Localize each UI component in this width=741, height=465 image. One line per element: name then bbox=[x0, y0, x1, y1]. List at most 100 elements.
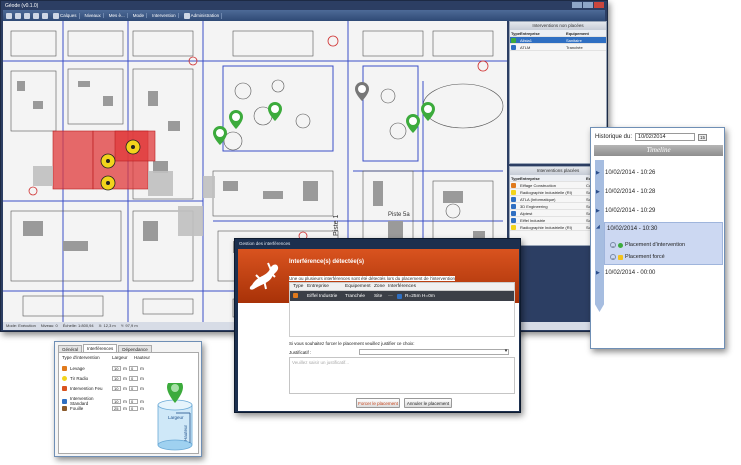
cylinder-diagram: Largeur Hauteur bbox=[157, 383, 193, 451]
largeur-input[interactable]: 25 bbox=[112, 406, 121, 411]
parameters-window: Général Interférences Dépendance Type d'… bbox=[54, 341, 202, 457]
toolbar-intervention[interactable]: Intervention bbox=[150, 13, 179, 18]
table-row[interactable]: ATLM Tranchée bbox=[510, 44, 606, 51]
table-row[interactable]: Eiffel Industrie Tranchée Site — R=25m H… bbox=[290, 291, 514, 301]
expand-arrow-icon: ▶ bbox=[596, 170, 600, 176]
maximize-button[interactable] bbox=[583, 2, 593, 8]
zoom-out-icon[interactable] bbox=[33, 12, 39, 19]
wrench-icon bbox=[511, 203, 516, 209]
minimize-button[interactable] bbox=[572, 2, 582, 8]
largeur-input[interactable]: 10 bbox=[112, 386, 121, 391]
expand-arrow-icon: ▶ bbox=[596, 208, 600, 214]
param-row-feu: Intervention Feu 10 m 0 m bbox=[62, 386, 146, 391]
zoom-in-icon[interactable] bbox=[24, 12, 30, 19]
table-header: Type Entreprise Equipement Zone Interfér… bbox=[290, 283, 514, 291]
table-row[interactable]: Allsta1 Sanitaire bbox=[510, 37, 606, 44]
cancel-placement-button[interactable]: Annuler le placement bbox=[404, 398, 452, 408]
toolbar: Calques Niveaux Mes è... Mode Interventi… bbox=[3, 10, 605, 21]
toolbar-niveaux[interactable]: Niveaux bbox=[83, 13, 104, 18]
timeline-panel: Historique du: 10/02/2014 15 Timeline ▶ 1… bbox=[590, 127, 725, 349]
hauteur-input[interactable]: 0 bbox=[129, 376, 138, 381]
pointer-tool-icon[interactable] bbox=[6, 12, 12, 19]
hauteur-input[interactable]: 0 bbox=[129, 398, 138, 404]
wrench-icon bbox=[511, 217, 516, 223]
dialog-message: Une ou plusieurs interférences sont été … bbox=[289, 276, 455, 281]
param-row-levage: Levage 10 m 0 m bbox=[62, 366, 146, 371]
window-controls bbox=[572, 2, 604, 8]
largeur-input[interactable]: 10 bbox=[112, 398, 121, 404]
pan-tool-icon[interactable] bbox=[15, 12, 21, 19]
param-row-standard: Intervention Standard 10 m 0 m bbox=[62, 396, 146, 406]
panel-title: Interventions non placées bbox=[510, 22, 606, 30]
timeline-entry[interactable]: ▶ 10/02/2014 - 10:26 bbox=[596, 170, 722, 176]
params-header: Type d'intervention Largeur Hauteur bbox=[62, 355, 151, 360]
hauteur-input[interactable]: 0 bbox=[129, 406, 138, 411]
radiation-icon bbox=[62, 376, 67, 381]
chevron-down-icon: ▾ bbox=[504, 348, 508, 354]
dialog-heading: Interférence(s) détectée(s) bbox=[289, 259, 365, 265]
history-date-input[interactable]: 10/02/2014 bbox=[635, 133, 696, 141]
chevron-icon: ⌄ bbox=[610, 254, 616, 260]
diagram-label-hauteur: Hauteur bbox=[183, 424, 188, 441]
fire-icon bbox=[62, 386, 67, 391]
wrench-icon bbox=[62, 398, 67, 404]
pin-icon bbox=[511, 44, 516, 50]
timeline-sub-item[interactable]: ⌄ Placement d'intervention bbox=[610, 242, 685, 248]
radiation-icon bbox=[511, 189, 516, 195]
tab-dependance[interactable]: Dépendance bbox=[118, 345, 152, 352]
expand-arrow-icon: ▶ bbox=[596, 270, 600, 276]
timeline-entry[interactable]: ▶ 10/02/2014 - 10:29 bbox=[596, 208, 722, 214]
timeline-entry[interactable]: ▶ 10/02/2014 - 10:28 bbox=[596, 189, 722, 195]
tab-interferences[interactable]: Interférences bbox=[83, 344, 118, 352]
timeline-sub-item[interactable]: ⌄ Placement forcé bbox=[610, 254, 665, 260]
timeline-spine bbox=[595, 160, 604, 312]
toolbar-administration[interactable]: Administration bbox=[182, 12, 223, 19]
interferences-tab-content: Type d'intervention Largeur Hauteur Leva… bbox=[58, 352, 199, 454]
tab-bar: Général Interférences Dépendance bbox=[58, 344, 152, 352]
history-date-picker: Historique du: 10/02/2014 15 bbox=[595, 133, 708, 141]
toolbar-mes[interactable]: Mes è... bbox=[107, 13, 128, 18]
timeline-entry-expanded[interactable]: 10/02/2014 - 10:30 ⌄ Placement d'interven… bbox=[604, 222, 723, 265]
force-placement-button[interactable]: Forcer le placement bbox=[356, 398, 400, 408]
timeline-entry: 10/02/2014 - 10:30 bbox=[607, 226, 658, 232]
largeur-input[interactable]: 10 bbox=[112, 376, 121, 381]
toolbar-mode[interactable]: Mode bbox=[131, 13, 148, 18]
interference-table: Type Entreprise Equipement Zone Interfér… bbox=[289, 282, 515, 337]
radiation-icon bbox=[511, 224, 516, 230]
timeline-header: Timeline bbox=[594, 145, 723, 156]
gecko-logo-icon bbox=[249, 262, 279, 290]
shovel-icon bbox=[62, 406, 67, 411]
justificatif-row: Justificatif : ▾ bbox=[289, 348, 510, 355]
toolbar-calques[interactable]: Calques bbox=[51, 12, 80, 19]
hammer-icon bbox=[293, 293, 298, 299]
param-row-tir-radio: Tir Radio 10 m 0 m bbox=[62, 376, 146, 381]
diagram-label-largeur: Largeur bbox=[168, 415, 184, 420]
pin-icon bbox=[618, 242, 623, 248]
map-label-piste-5a: Piste 5a bbox=[388, 212, 410, 218]
justificatif-select[interactable]: ▾ bbox=[359, 348, 510, 355]
dialog-title: Gestion des interférences bbox=[239, 241, 291, 246]
hook-icon bbox=[62, 366, 67, 371]
calendar-icon[interactable]: 15 bbox=[698, 133, 708, 141]
wrench-icon bbox=[511, 37, 516, 43]
timeline-entry[interactable]: ▶ 10/02/2014 - 00:00 bbox=[596, 270, 722, 276]
expand-arrow-icon: ▶ bbox=[596, 189, 600, 195]
admin-icon bbox=[183, 12, 190, 19]
refresh-icon[interactable] bbox=[42, 12, 48, 19]
chevron-icon: ⌄ bbox=[610, 242, 616, 248]
map-label-piste-1: Piste 1 bbox=[333, 214, 340, 236]
tab-general[interactable]: Général bbox=[58, 345, 83, 352]
hauteur-input[interactable]: 0 bbox=[129, 386, 138, 391]
justification-textarea[interactable]: Veuillez saisir un justificatif... bbox=[289, 357, 515, 394]
close-button[interactable] bbox=[594, 2, 604, 8]
interference-dialog: Gestion des interférences Interférence(s… bbox=[234, 238, 521, 413]
table-header: Type Entreprise Equipement bbox=[510, 30, 606, 37]
largeur-input[interactable]: 10 bbox=[112, 366, 121, 371]
wrench-icon bbox=[511, 196, 516, 202]
wrench-icon bbox=[511, 210, 516, 216]
param-row-fouille: Fouille 25 m 0 m bbox=[62, 406, 146, 411]
hammer-icon bbox=[511, 182, 516, 188]
warning-icon bbox=[618, 254, 623, 260]
hauteur-input[interactable]: 0 bbox=[129, 366, 138, 371]
window-title: Géode (v0.1.0) bbox=[5, 3, 39, 9]
